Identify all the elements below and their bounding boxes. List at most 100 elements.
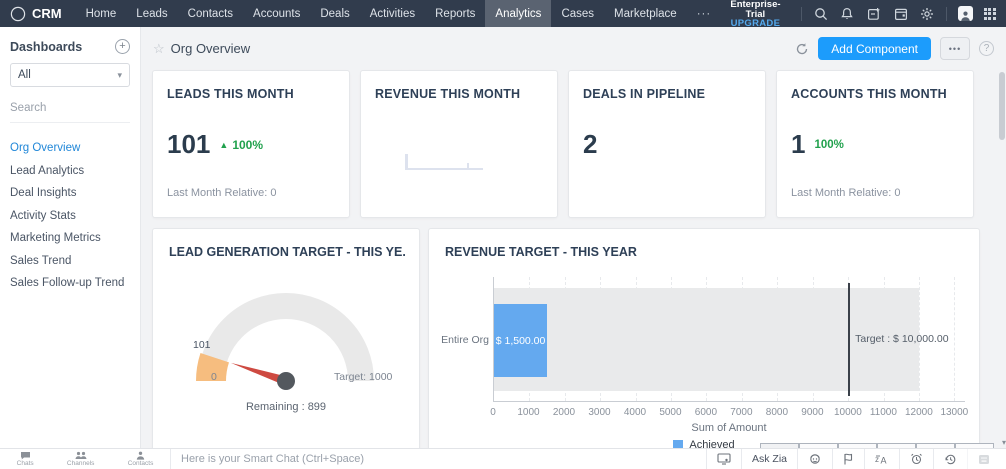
more-options-button[interactable]: •••: [940, 37, 970, 60]
dashboard-search-input[interactable]: [10, 102, 130, 114]
help-icon[interactable]: ?: [979, 41, 994, 56]
gauge-target-label: Target: 1000: [334, 371, 393, 383]
x-tick-label: 12000: [904, 407, 933, 418]
sidebar-item-sales-trend[interactable]: Sales Trend: [10, 250, 130, 273]
zia-face-icon[interactable]: [797, 448, 832, 469]
search-icon[interactable]: [813, 6, 829, 22]
sidebar-item-marketing-metrics[interactable]: Marketing Metrics: [10, 227, 130, 250]
kpi-delta-value: 100%: [232, 137, 264, 152]
lead-generation-target-card[interactable]: LEAD GENERATION TARGET - THIS YE... 101 …: [152, 228, 420, 448]
sidebar-item-sales-follow-up-trend[interactable]: Sales Follow-up Trend: [10, 272, 130, 295]
kpi-card-deals-in-pipeline[interactable]: DEALS IN PIPELINE 2: [568, 70, 766, 218]
nav-item-leads[interactable]: Leads: [126, 0, 177, 27]
kpi-value: 1: [791, 129, 806, 159]
people-group-icon: [75, 452, 87, 460]
translate-icon[interactable]: zA: [864, 448, 899, 469]
x-tick-label: 7000: [730, 407, 753, 418]
achieved-bar[interactable]: $ 1,500.00: [494, 304, 548, 377]
chat-tab-channels[interactable]: Channels: [67, 450, 94, 468]
crm-analytics-screen: CRM Home Leads Contacts Accounts Deals A…: [0, 0, 1006, 469]
user-avatar[interactable]: [958, 6, 973, 21]
vertical-scrollbar[interactable]: ▾: [998, 70, 1006, 448]
nav-item-cases[interactable]: Cases: [551, 0, 604, 27]
chat-tab-label: Contacts: [127, 460, 154, 468]
refresh-icon[interactable]: [795, 42, 809, 56]
add-component-button[interactable]: Add Component: [818, 37, 931, 60]
dashboard-filter-dropdown[interactable]: All ▾: [10, 63, 130, 87]
chat-tab-chats[interactable]: Chats: [17, 450, 34, 468]
nav-item-deals[interactable]: Deals: [310, 0, 359, 27]
kpi-card-revenue-this-month[interactable]: REVENUE THIS MONTH: [360, 70, 558, 218]
x-tick-label: 10000: [833, 407, 862, 418]
settings-gear-icon[interactable]: [920, 6, 936, 22]
notifications-bell-icon[interactable]: [839, 6, 855, 22]
scroll-down-arrow-icon[interactable]: ▾: [1002, 438, 1006, 447]
sidebar-title: Dashboards: [10, 39, 83, 54]
app-grid-icon[interactable]: [983, 7, 996, 20]
x-tick-label: 11000: [869, 407, 897, 418]
nav-items: Home Leads Contacts Accounts Deals Activ…: [76, 0, 722, 27]
main-content: ☆ Org Overview Add Component ••• ? LEADS…: [141, 27, 1006, 448]
dashboard-filter-value: All: [18, 69, 31, 81]
x-tick-label: 8000: [765, 407, 789, 418]
sidebar-item-org-overview[interactable]: Org Overview: [10, 137, 130, 160]
x-tick-label: 3000: [588, 407, 611, 418]
nav-right-controls: Enterprise-Trial UPGRADE: [721, 0, 1006, 29]
smart-chat-input[interactable]: [181, 453, 706, 465]
alarm-clock-icon[interactable]: [899, 448, 933, 469]
trial-badge: Enterprise-Trial UPGRADE: [721, 0, 790, 29]
keypad-icon[interactable]: [967, 448, 1000, 469]
trial-label: Enterprise-Trial: [730, 0, 781, 20]
nav-item-home[interactable]: Home: [76, 0, 127, 27]
svg-text:A: A: [881, 455, 887, 465]
nav-item-activities[interactable]: Activities: [360, 0, 425, 27]
dashboards-sidebar: Dashboards + All ▾ Org Overview Lead Ana…: [0, 27, 141, 448]
screen-share-icon[interactable]: [705, 448, 741, 469]
history-clock-icon[interactable]: [933, 448, 967, 469]
revenue-target-card[interactable]: REVENUE TARGET - THIS YEAR Entire Org $ …: [428, 228, 980, 448]
nav-item-reports[interactable]: Reports: [425, 0, 485, 27]
calendar-icon[interactable]: [893, 6, 909, 22]
kpi-title: ACCOUNTS THIS MONTH: [791, 87, 947, 101]
scrollbar-thumb[interactable]: [999, 72, 1005, 140]
delta-up-icon: ▲: [219, 139, 229, 150]
x-tick-label: 5000: [659, 407, 682, 418]
charts-row: LEAD GENERATION TARGET - THIS YE... 101 …: [141, 228, 1006, 448]
nav-item-accounts[interactable]: Accounts: [243, 0, 310, 27]
bar-plot-area: $ 1,500.00 Target : $ 10,000.00: [493, 277, 965, 401]
nav-item-contacts[interactable]: Contacts: [178, 0, 243, 27]
kpi-value: 2: [583, 129, 598, 159]
kpi-footer: Last Month Relative: 0: [167, 187, 277, 199]
x-tick-label: 0: [490, 407, 496, 418]
kpi-delta-value: 100%: [814, 138, 844, 151]
kpi-title: DEALS IN PIPELINE: [583, 87, 706, 101]
chatbar-right-icons: Ask Zia zA: [705, 448, 1006, 469]
x-axis-ticks: 0 1000 2000 3000 4000 5000 6000 7000 8000 9000 100…: [490, 407, 968, 419]
compose-note-icon[interactable]: [866, 6, 882, 22]
sidebar-item-activity-stats[interactable]: Activity Stats: [10, 205, 130, 228]
kpi-card-leads-this-month[interactable]: LEADS THIS MONTH 101 ▲ 100% Last Month Re…: [152, 70, 350, 218]
chat-tab-label: Chats: [16, 460, 34, 468]
nav-divider: [946, 6, 948, 21]
ask-zia-label: Ask Zia: [751, 453, 787, 465]
zoho-crm-logo[interactable]: CRM: [0, 0, 76, 27]
x-tick-label: 4000: [623, 407, 647, 418]
nav-overflow-icon[interactable]: ···: [687, 0, 722, 27]
kpi-title: REVENUE THIS MONTH: [375, 87, 521, 101]
bar-value-label: $ 1,500.00: [495, 334, 546, 347]
kpi-value: 101: [167, 129, 211, 159]
sidebar-item-lead-analytics[interactable]: Lead Analytics: [10, 160, 130, 183]
chart-title: LEAD GENERATION TARGET - THIS YE...: [169, 245, 405, 259]
favorite-star-icon[interactable]: ☆: [153, 41, 165, 57]
chat-bubble-icon: [20, 452, 30, 460]
person-icon: [136, 451, 145, 460]
chat-tab-contacts[interactable]: Contacts: [127, 450, 154, 468]
kpi-card-accounts-this-month[interactable]: ACCOUNTS THIS MONTH 1 100% Last Month Re…: [776, 70, 974, 218]
sidebar-item-deal-insights[interactable]: Deal Insights: [10, 182, 130, 205]
ask-zia-button[interactable]: Ask Zia: [740, 448, 797, 469]
nav-item-marketplace[interactable]: Marketplace: [604, 0, 687, 27]
nav-item-analytics[interactable]: Analytics: [485, 0, 552, 27]
flag-icon[interactable]: [832, 448, 864, 469]
add-dashboard-icon[interactable]: +: [115, 39, 130, 54]
chevron-down-icon: ▾: [117, 69, 122, 80]
